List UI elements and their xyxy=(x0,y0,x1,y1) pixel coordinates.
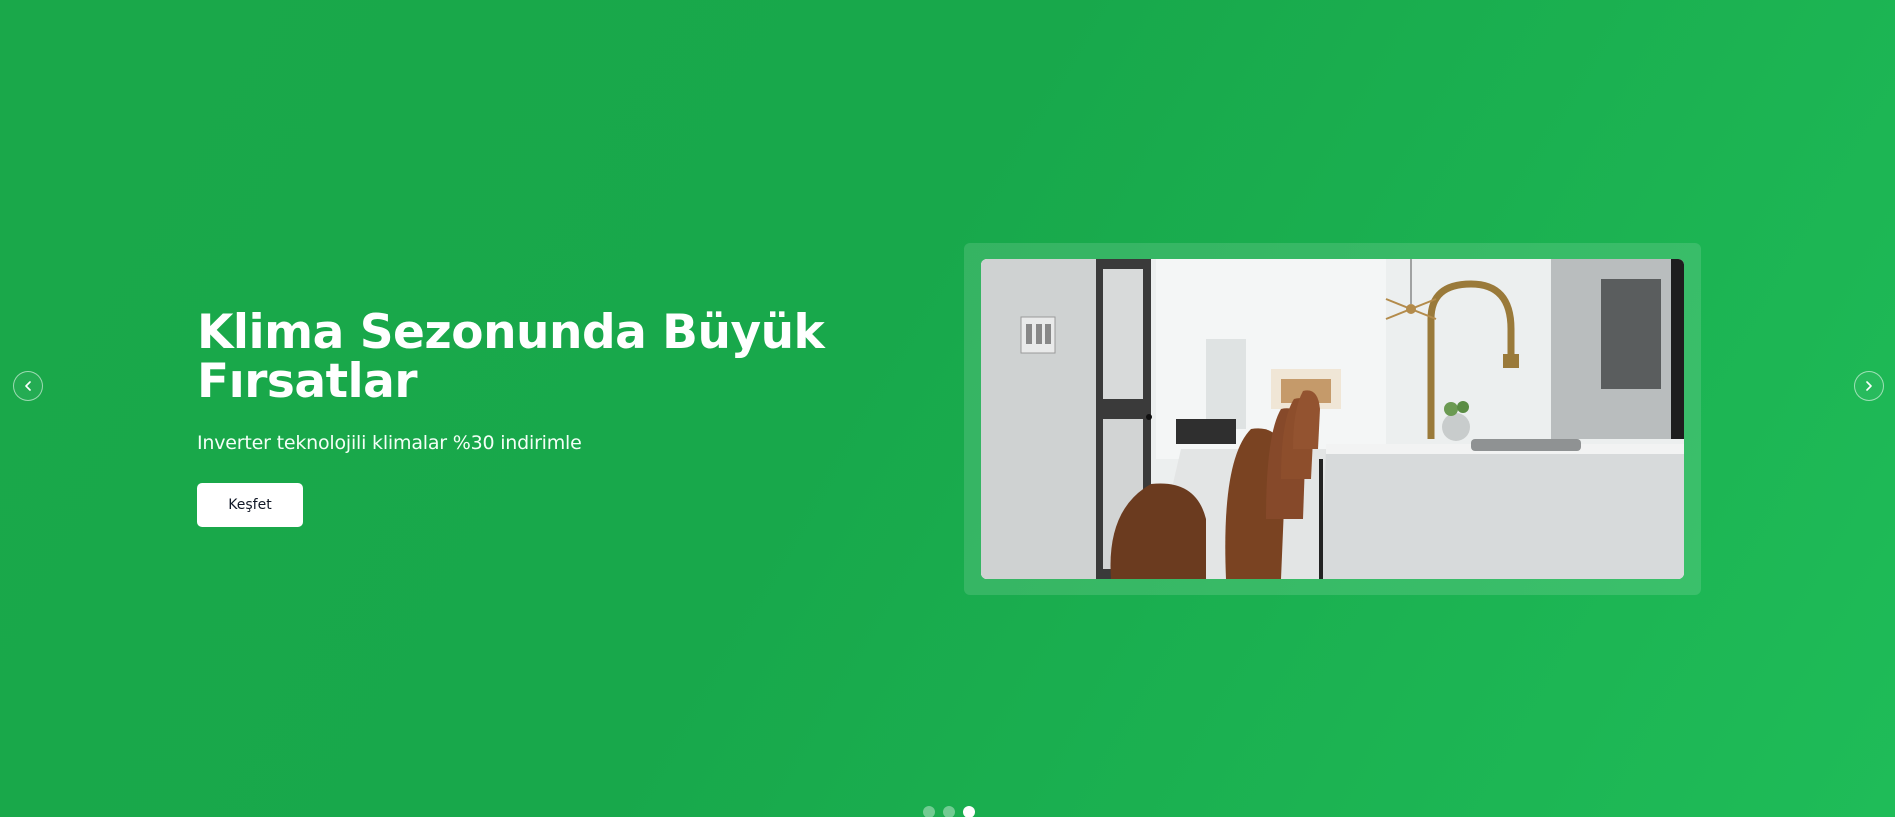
chevron-right-icon xyxy=(1863,380,1875,392)
next-slide-button[interactable] xyxy=(1854,371,1884,401)
previous-slide-button[interactable] xyxy=(13,371,43,401)
chevron-left-icon xyxy=(22,380,34,392)
slide-dot-3[interactable] xyxy=(963,806,975,817)
slide-image-frame xyxy=(964,243,1701,595)
slide-dot-2[interactable] xyxy=(943,806,955,817)
discover-button[interactable]: Keşfet xyxy=(197,483,303,527)
slide-content: Klima Sezonunda Büyük Fırsatlar Inverter… xyxy=(197,308,837,527)
slide-indicators xyxy=(923,806,975,817)
slide-image xyxy=(981,259,1684,579)
slide-title: Klima Sezonunda Büyük Fırsatlar xyxy=(197,305,825,409)
hero-slider: Klima Sezonunda Büyük Fırsatlar Inverter… xyxy=(0,0,1895,817)
slide-subtitle: Inverter teknolojili klimalar %30 indiri… xyxy=(197,432,582,454)
slide-dot-1[interactable] xyxy=(923,806,935,817)
